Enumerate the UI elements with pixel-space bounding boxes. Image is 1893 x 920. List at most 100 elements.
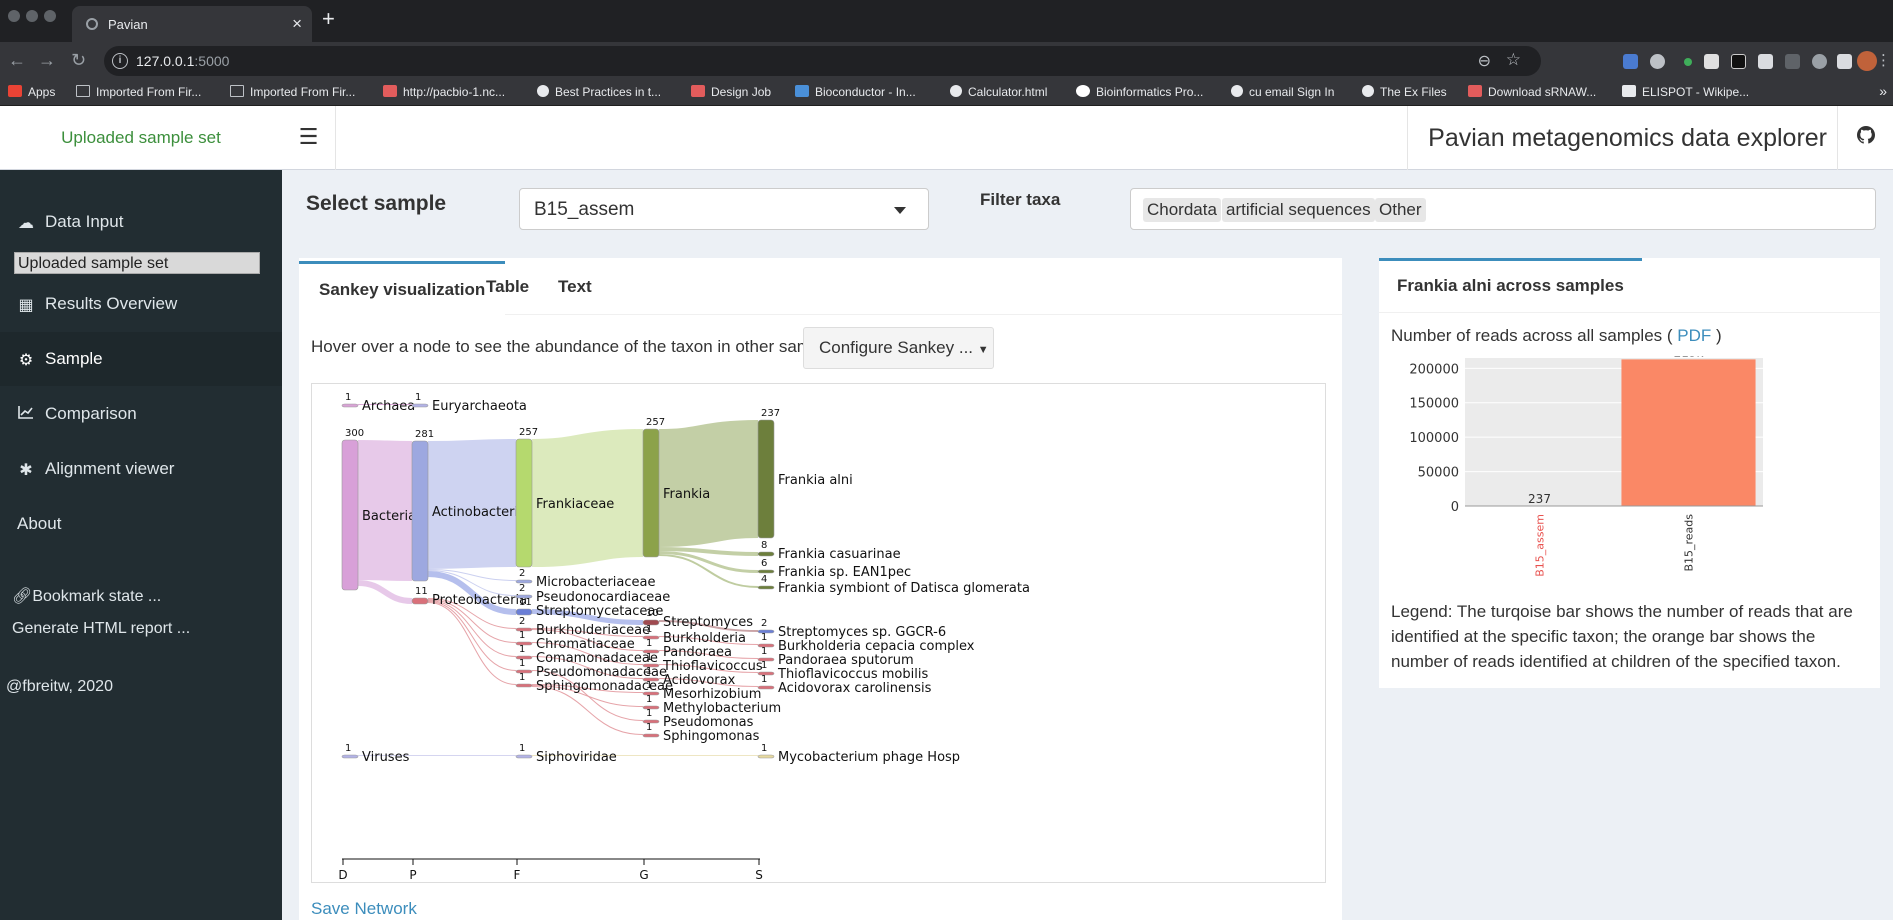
caret-down-icon: ▼ xyxy=(977,344,989,356)
sankey-node-count: 237 xyxy=(761,408,780,419)
sankey-node-count: 1 xyxy=(519,630,525,641)
close-icon[interactable]: × xyxy=(292,14,302,34)
avatar[interactable] xyxy=(1857,51,1877,71)
sankey-link xyxy=(357,580,413,604)
bookmark-item[interactable]: Best Practices in t... xyxy=(537,85,661,99)
extension-icon[interactable] xyxy=(1704,54,1719,69)
minimize-window-dot[interactable] xyxy=(26,10,38,22)
extension-icon[interactable] xyxy=(1650,54,1665,69)
browser-tab[interactable]: Pavian × xyxy=(72,6,312,42)
extension-icon[interactable] xyxy=(1785,54,1800,69)
new-tab-icon[interactable]: + xyxy=(322,6,335,32)
bookmark-item[interactable]: http://pacbio-1.nc... xyxy=(383,85,505,99)
forward-arrow-icon[interactable]: → xyxy=(38,50,56,71)
back-arrow-icon[interactable]: ← xyxy=(8,50,26,71)
extension-icon[interactable] xyxy=(1812,54,1827,69)
extension-icon[interactable] xyxy=(1684,58,1692,66)
star-icon[interactable]: ☆ xyxy=(1506,50,1521,70)
bookmark-state-link[interactable]: 🔗︎Bookmark state ... xyxy=(12,586,161,606)
app-logo[interactable]: Uploaded sample set xyxy=(0,106,282,170)
tab-table[interactable]: Table xyxy=(466,261,549,315)
y-tick-label: 200000 xyxy=(1409,362,1459,377)
sidebar-item-data-input[interactable]: ☁ Data Input xyxy=(0,195,282,249)
tab-frankia-alni-across-samples[interactable]: Frankia alni across samples xyxy=(1379,258,1642,312)
sankey-node-count: 1 xyxy=(519,743,525,754)
site-icon xyxy=(1468,85,1482,97)
sankey-node xyxy=(515,683,533,688)
bookmark-item[interactable]: Design Job xyxy=(691,85,771,99)
generate-html-report-link[interactable]: Generate HTML report ... xyxy=(12,620,190,638)
sankey-node xyxy=(341,439,359,591)
sample-select[interactable]: B15_assem xyxy=(519,188,929,230)
sankey-node-count: 1 xyxy=(646,652,652,663)
sidebar-item-results-overview[interactable]: ▦ Results Overview xyxy=(0,277,282,331)
pdf-link[interactable]: PDF xyxy=(1677,326,1711,345)
lock-extension-icon[interactable] xyxy=(1731,54,1746,69)
save-network-link[interactable]: Save Network xyxy=(311,899,417,919)
tab-title: Pavian xyxy=(108,17,148,32)
bookmark-item[interactable]: cu email Sign In xyxy=(1231,85,1334,99)
sankey-node-count: 1 xyxy=(345,743,351,754)
bookmark-item[interactable]: The Ex Files xyxy=(1362,85,1447,99)
bookmark-label: Bioinformatics Pro... xyxy=(1096,85,1204,99)
bookmark-item[interactable]: Imported From Fir... xyxy=(230,85,355,99)
sankey-node-count: 1 xyxy=(646,666,652,677)
sidebar-item-comparison[interactable]: Comparison xyxy=(0,387,282,441)
github-icon[interactable] xyxy=(1837,106,1893,170)
sidebar-item-alignment-viewer[interactable]: ✱ Alignment viewer xyxy=(0,442,282,496)
bookmark-item[interactable]: Apps xyxy=(8,85,55,99)
sankey-node xyxy=(757,551,775,557)
reload-icon[interactable]: ↻ xyxy=(71,50,86,71)
sankey-node-count: 1 xyxy=(519,644,525,655)
sankey-node-count: 1 xyxy=(646,638,652,649)
sankey-node-label: Frankiaceae xyxy=(536,497,614,512)
page-title: Pavian metagenomics data explorer xyxy=(1407,106,1827,170)
address-bar[interactable]: i 127.0.0.1:5000 ⊖ ☆ xyxy=(104,46,1541,76)
bookmark-item[interactable]: ELISPOT - Wikipe... xyxy=(1622,85,1749,99)
bookmark-label: Best Practices in t... xyxy=(555,85,662,99)
bookmark-item[interactable]: Imported From Fir... xyxy=(76,85,201,99)
google-icon xyxy=(1076,85,1090,97)
sankey-node xyxy=(757,569,775,574)
sidebar-item-uploaded-sample-set[interactable]: Uploaded sample set xyxy=(14,252,260,274)
sankey-node-label: Mycobacterium phage Hosp xyxy=(778,750,960,765)
sankey-node-label: Microbacteriaceae xyxy=(536,575,655,590)
close-window-dot[interactable] xyxy=(8,10,20,22)
sankey-axis-label: D xyxy=(338,868,347,882)
bookmark-item[interactable]: Bioinformatics Pro... xyxy=(1076,85,1203,99)
sankey-node xyxy=(757,754,775,759)
tab-text[interactable]: Text xyxy=(538,261,612,315)
filter-chip[interactable]: Chordata xyxy=(1143,198,1221,222)
bookmarks-overflow-icon[interactable]: » xyxy=(1879,83,1887,99)
filter-chip[interactable]: Other xyxy=(1375,198,1426,222)
document-extension-icon[interactable] xyxy=(1758,54,1773,69)
puzzle-icon[interactable] xyxy=(1837,54,1852,69)
maximize-window-dot[interactable] xyxy=(44,10,56,22)
sankey-node xyxy=(515,754,533,759)
info-icon[interactable]: i xyxy=(112,53,128,69)
sankey-node-count: 1 xyxy=(646,680,652,691)
url-text[interactable]: 127.0.0.1:5000 xyxy=(136,53,229,69)
sankey-node-count: 1 xyxy=(345,392,351,403)
filter-chip[interactable]: artificial sequences xyxy=(1222,198,1375,222)
zoom-icon[interactable]: ⊖ xyxy=(1478,51,1491,71)
more-vert-icon[interactable]: ⋮ xyxy=(1876,51,1891,69)
bookmark-item[interactable]: Bioconductor - In... xyxy=(795,85,916,99)
hamburger-menu-icon[interactable]: ☰ xyxy=(282,106,336,170)
sankey-node-label: Burkholderia cepacia complex xyxy=(778,639,975,654)
filter-taxa-input[interactable]: Chordata artificial sequences Other xyxy=(1130,188,1876,230)
globe-icon xyxy=(537,85,549,97)
sankey-node-label: Viruses xyxy=(362,750,410,765)
sankey-canvas[interactable]: 1Archaea1Euryarchaeota300Bacteria281Acti… xyxy=(312,384,1325,882)
sidebar-item-sample[interactable]: ⚙ Sample xyxy=(0,332,282,386)
configure-sankey-button[interactable]: Configure Sankey ... ▼ xyxy=(803,327,994,369)
bookmark-item[interactable]: Calculator.html xyxy=(950,85,1047,99)
bookmark-item[interactable]: Download sRNAW... xyxy=(1468,85,1596,99)
sankey-diagram[interactable]: 1 Archaea 1 Euryarchaeota 300 Bacteria 281 Acti… xyxy=(311,383,1326,883)
sankey-node-label: Streptomyces sp. GGCR-6 xyxy=(778,625,946,640)
filter-taxa-label: Filter taxa xyxy=(980,190,1061,209)
tab-bar: Sankey visualization Table Text xyxy=(299,261,1342,315)
sidebar-item-about[interactable]: About xyxy=(0,497,282,551)
sankey-node-label: Mesorhizobium xyxy=(663,687,761,702)
translate-extension-icon[interactable] xyxy=(1623,54,1638,69)
